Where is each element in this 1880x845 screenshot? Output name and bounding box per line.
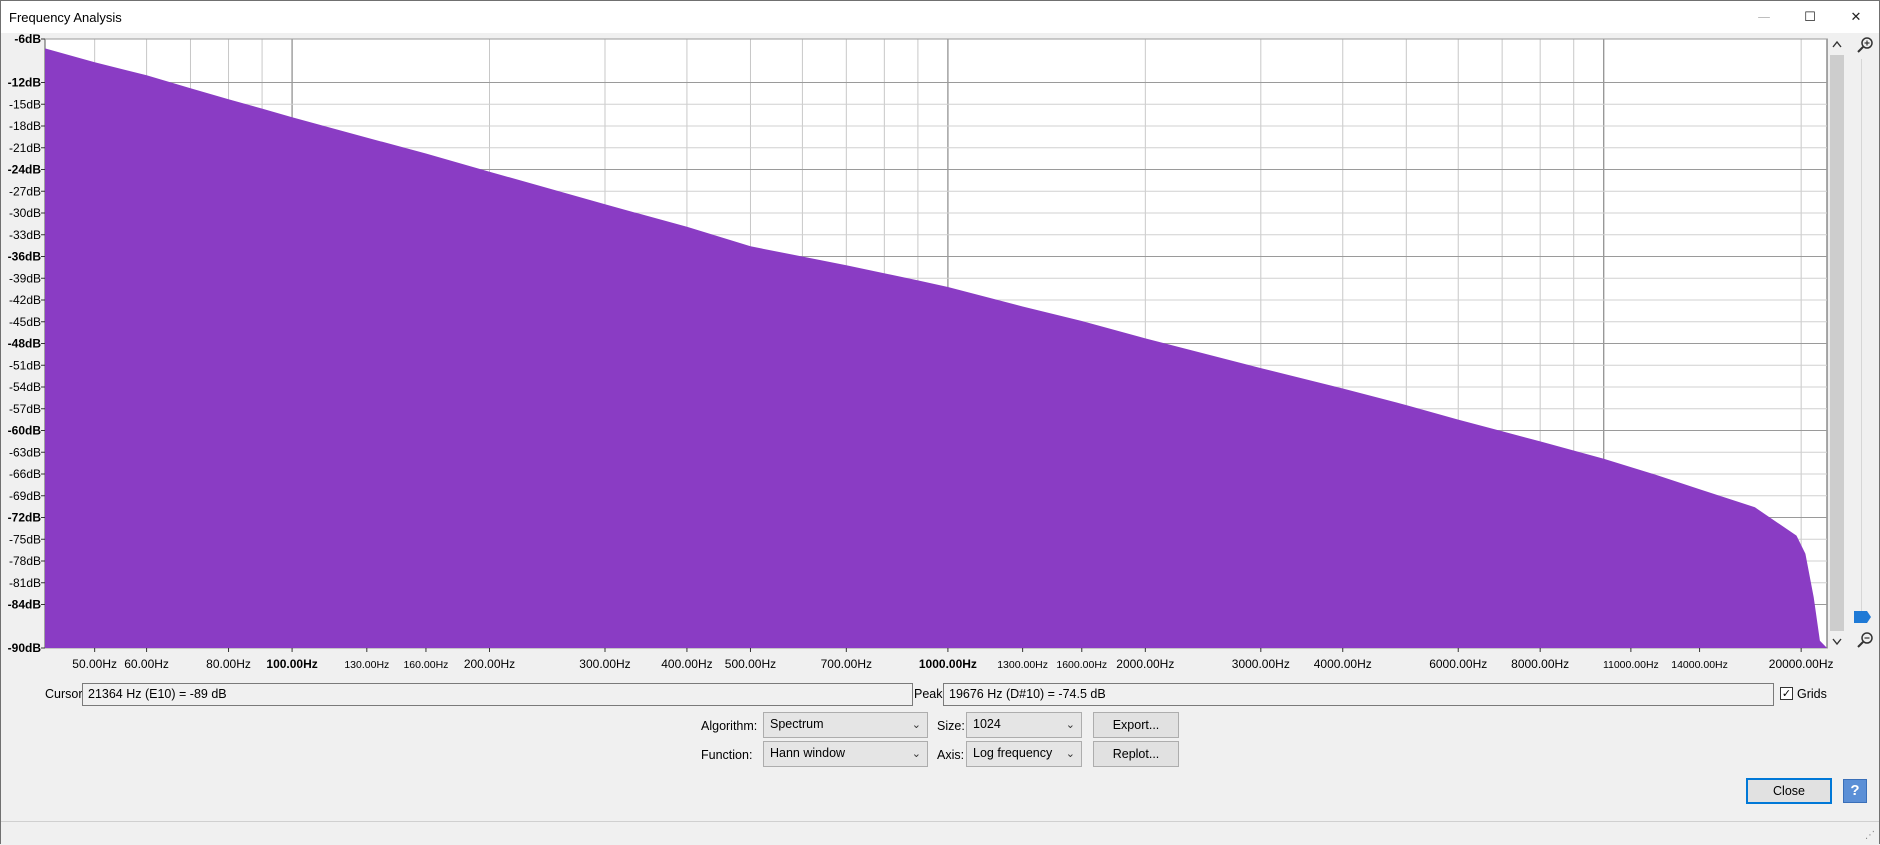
status-bar: ⋰ bbox=[1, 821, 1879, 845]
y-tick-label: -33dB bbox=[9, 228, 41, 242]
y-tick-label: -75dB bbox=[9, 532, 41, 546]
chevron-down-icon: ⌄ bbox=[911, 747, 921, 760]
peak-label: Peak: bbox=[914, 687, 946, 701]
x-tick-label: 2000.00Hz bbox=[1116, 657, 1174, 671]
size-label: Size: bbox=[937, 719, 965, 733]
y-axis-labels: -6dB -12dB -15dB -18dB -21dB -24dB -27dB -30dB -… bbox=[8, 33, 45, 655]
y-tick-label: -81dB bbox=[9, 576, 41, 590]
y-tick-label: -54dB bbox=[9, 380, 41, 394]
cursor-label: Cursor: bbox=[45, 687, 86, 701]
x-tick-label: 500.00Hz bbox=[725, 657, 776, 671]
algorithm-value: Spectrum bbox=[770, 717, 824, 731]
scrollbar-thumb[interactable] bbox=[1830, 55, 1844, 631]
x-tick-label: 400.00Hz bbox=[661, 657, 712, 671]
title-bar: Frequency Analysis — ☐ ✕ bbox=[1, 1, 1879, 33]
y-tick-label: -18dB bbox=[9, 119, 41, 133]
size-select[interactable]: 1024 ⌄ bbox=[966, 712, 1082, 738]
grids-checkbox[interactable]: ✓ bbox=[1780, 687, 1793, 700]
y-tick-label: -66dB bbox=[9, 467, 41, 481]
export-button[interactable]: Export... bbox=[1093, 712, 1179, 738]
y-tick-label: -27dB bbox=[9, 184, 41, 198]
x-tick-label: 50.00Hz bbox=[72, 657, 117, 671]
x-tick-label: 130.00Hz bbox=[344, 659, 389, 671]
frequency-analysis-window: Frequency Analysis — ☐ ✕ -6dB -12dB -15dB -… bbox=[0, 0, 1880, 845]
x-tick-label: 100.00Hz bbox=[266, 657, 317, 671]
axis-value: Log frequency bbox=[973, 746, 1053, 760]
y-tick-label: -51dB bbox=[9, 358, 41, 372]
x-tick-label: 20000.00Hz bbox=[1769, 657, 1834, 671]
y-tick-label: -15dB bbox=[9, 97, 41, 111]
window-title: Frequency Analysis bbox=[9, 10, 122, 25]
x-tick-label: 8000.00Hz bbox=[1511, 657, 1569, 671]
zoom-out-icon[interactable] bbox=[1857, 632, 1873, 648]
y-tick-label: -69dB bbox=[9, 489, 41, 503]
close-button[interactable]: Close bbox=[1746, 778, 1832, 804]
x-tick-label: 1600.00Hz bbox=[1056, 659, 1107, 671]
peak-readout-field[interactable]: 19676 Hz (D#10) = -74.5 dB bbox=[943, 683, 1774, 706]
y-tick-label: -42dB bbox=[9, 293, 41, 307]
y-tick-label: -57dB bbox=[9, 402, 41, 416]
y-tick-label: -6dB bbox=[14, 33, 41, 46]
y-tick-label: -48dB bbox=[8, 337, 42, 351]
y-tick-label: -39dB bbox=[9, 271, 41, 285]
help-button[interactable]: ? bbox=[1843, 779, 1867, 803]
y-tick-label: -63dB bbox=[9, 445, 41, 459]
size-value: 1024 bbox=[973, 717, 1001, 731]
x-tick-label: 200.00Hz bbox=[464, 657, 515, 671]
maximize-button[interactable]: ☐ bbox=[1787, 1, 1833, 33]
x-tick-label: 11000.00Hz bbox=[1603, 659, 1659, 671]
zoom-in-icon[interactable] bbox=[1857, 37, 1873, 53]
x-tick-label: 60.00Hz bbox=[124, 657, 169, 671]
x-axis-labels: 50.00Hz 60.00Hz 80.00Hz 100.00Hz 130.00Hz 160… bbox=[72, 648, 1834, 671]
cursor-readout-field[interactable]: 21364 Hz (E10) = -89 dB bbox=[82, 683, 913, 706]
minimize-button[interactable]: — bbox=[1741, 1, 1787, 33]
resize-grip-icon[interactable]: ⋰ bbox=[1865, 830, 1875, 841]
x-tick-label: 1300.00Hz bbox=[997, 659, 1048, 671]
axis-select[interactable]: Log frequency ⌄ bbox=[966, 741, 1082, 767]
x-tick-label: 4000.00Hz bbox=[1314, 657, 1372, 671]
x-tick-label: 6000.00Hz bbox=[1429, 657, 1487, 671]
algorithm-label: Algorithm: bbox=[701, 719, 758, 733]
y-tick-label: -45dB bbox=[9, 315, 41, 329]
y-tick-label: -90dB bbox=[8, 641, 42, 655]
y-tick-label: -30dB bbox=[9, 206, 41, 220]
x-tick-label: 1000.00Hz bbox=[919, 657, 977, 671]
close-window-button[interactable]: ✕ bbox=[1833, 1, 1879, 33]
x-tick-label: 3000.00Hz bbox=[1232, 657, 1290, 671]
algorithm-select[interactable]: Spectrum ⌄ bbox=[763, 712, 928, 738]
y-tick-label: -78dB bbox=[9, 554, 41, 568]
x-tick-label: 700.00Hz bbox=[821, 657, 872, 671]
function-value: Hann window bbox=[770, 746, 846, 760]
x-tick-label: 80.00Hz bbox=[206, 657, 251, 671]
zoom-slider-thumb[interactable] bbox=[1854, 611, 1871, 623]
zoom-slider-track[interactable] bbox=[1861, 59, 1862, 619]
y-tick-label: -36dB bbox=[8, 250, 42, 264]
y-tick-label: -84dB bbox=[8, 598, 42, 612]
y-tick-label: -24dB bbox=[8, 163, 42, 177]
function-select[interactable]: Hann window ⌄ bbox=[763, 741, 928, 767]
x-tick-label: 160.00Hz bbox=[403, 659, 448, 671]
y-tick-label: -60dB bbox=[8, 424, 42, 438]
y-tick-label: -72dB bbox=[8, 511, 42, 525]
spectrum-plot[interactable]: -6dB -12dB -15dB -18dB -21dB -24dB -27dB -30dB -… bbox=[1, 33, 1880, 678]
x-tick-label: 14000.00Hz bbox=[1671, 659, 1728, 671]
chevron-down-icon: ⌄ bbox=[1065, 718, 1075, 731]
chevron-down-icon: ⌄ bbox=[1065, 747, 1075, 760]
y-tick-label: -21dB bbox=[9, 141, 41, 155]
x-tick-label: 300.00Hz bbox=[579, 657, 630, 671]
replot-button[interactable]: Replot... bbox=[1093, 741, 1179, 767]
grids-label: Grids bbox=[1797, 687, 1827, 701]
function-label: Function: bbox=[701, 748, 753, 762]
chevron-down-icon: ⌄ bbox=[911, 718, 921, 731]
y-tick-label: -12dB bbox=[8, 76, 42, 90]
axis-label: Axis: bbox=[937, 748, 965, 762]
